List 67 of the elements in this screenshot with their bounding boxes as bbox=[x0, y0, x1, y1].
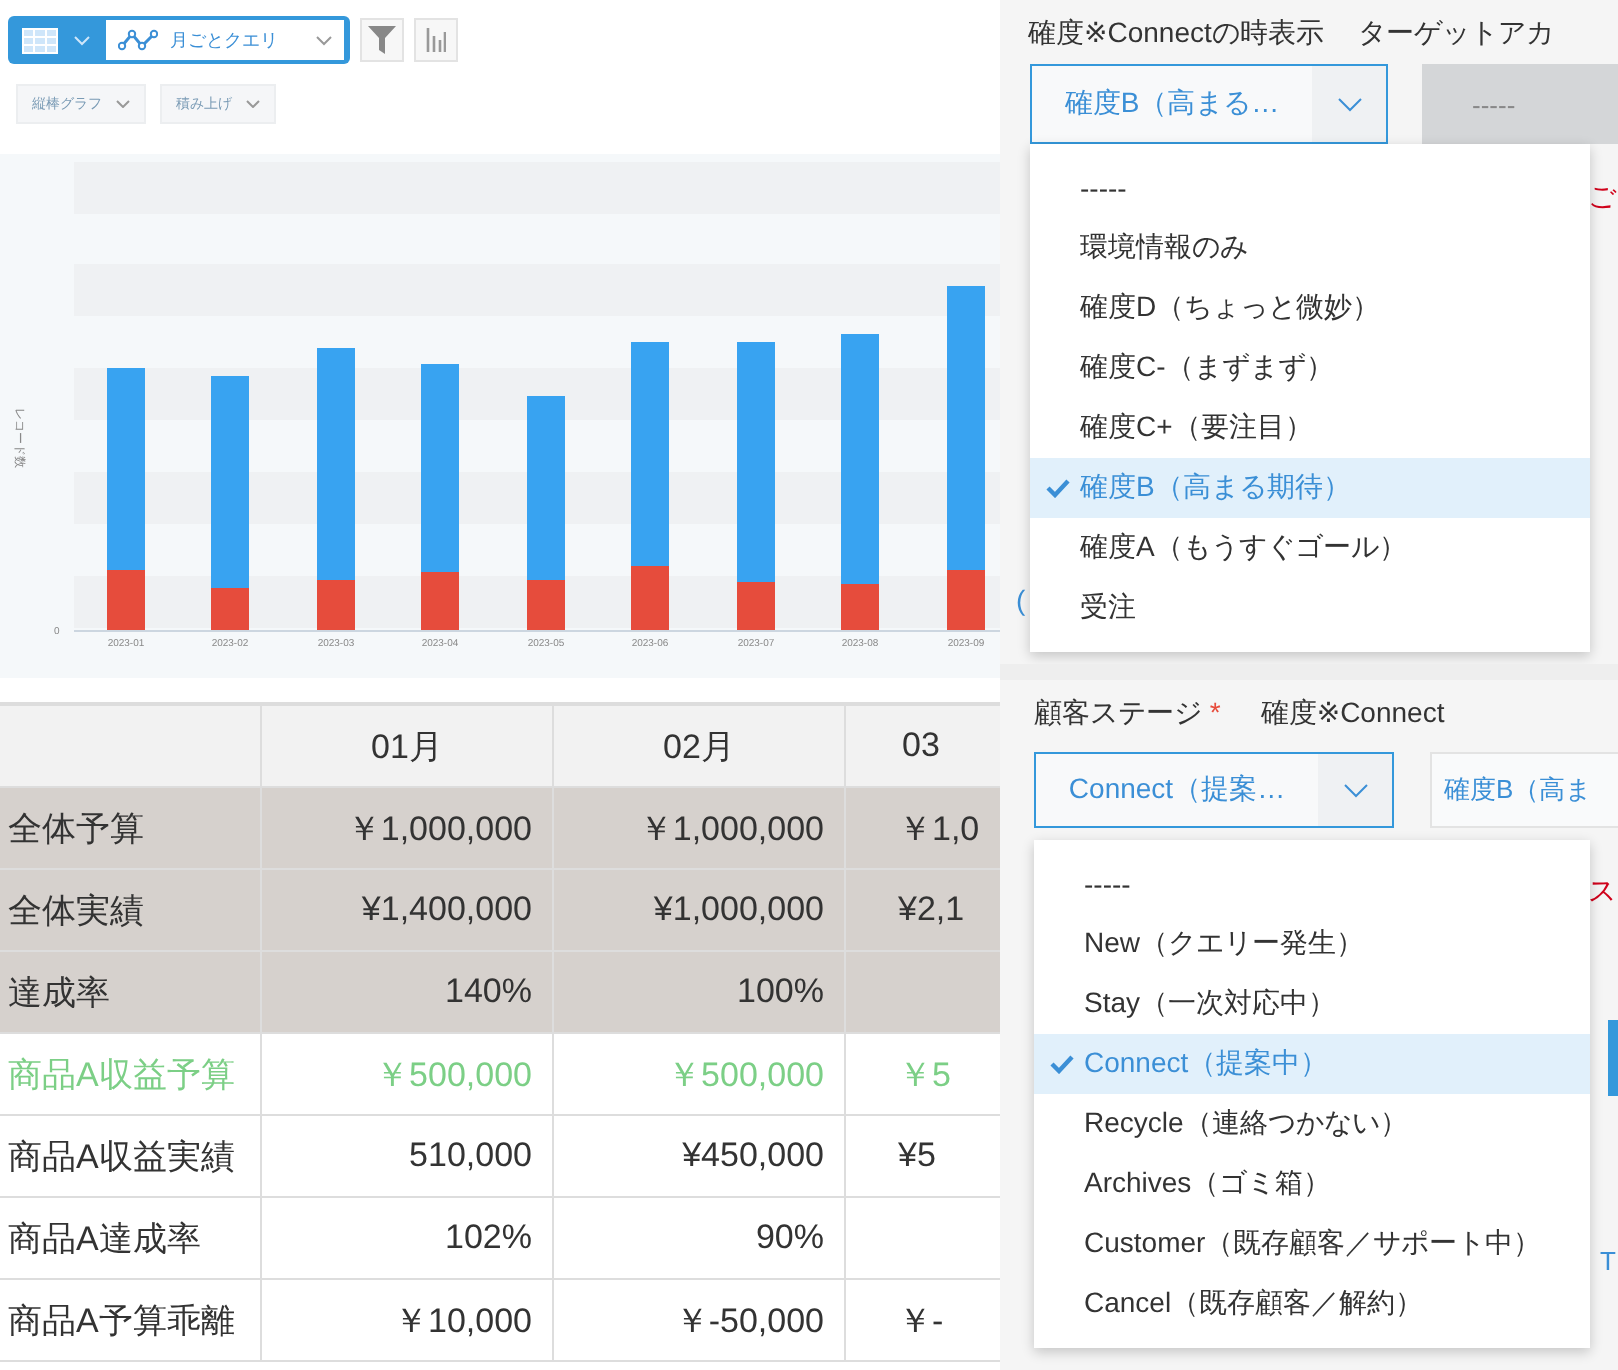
menu-item[interactable]: 確度A（もうすぐゴール） bbox=[1030, 518, 1590, 578]
field-label: 顧客ステージ * bbox=[1034, 696, 1221, 732]
table-cell-text: ¥2,1 bbox=[896, 888, 967, 932]
caret-icon bbox=[1337, 97, 1361, 111]
menu-item[interactable]: 確度D（ちょっと微妙） bbox=[1030, 278, 1590, 338]
table-cell-text: ￥- bbox=[896, 1299, 946, 1343]
partial-text: ス bbox=[1588, 874, 1616, 910]
caret-icon bbox=[246, 100, 260, 108]
table-cell: ￥10,000 bbox=[262, 1280, 554, 1360]
row-label: 商品A収益予算 bbox=[0, 1034, 262, 1114]
line-chart-icon bbox=[118, 28, 158, 52]
table-cell-text: ￥5 bbox=[896, 1053, 953, 1097]
menu-item[interactable]: Recycle（連絡つかない） bbox=[1034, 1094, 1590, 1154]
row-label: 全体実績 bbox=[0, 870, 262, 950]
field-label: ターゲットアカ bbox=[1357, 16, 1554, 52]
row-label: 全体予算 bbox=[0, 788, 262, 868]
caret-icon bbox=[316, 35, 332, 45]
table-cell: ￥-50,000 bbox=[554, 1280, 846, 1360]
row-label: 商品A収益実績 bbox=[0, 1116, 262, 1196]
query-select[interactable]: 月ごとクエリ bbox=[106, 20, 344, 60]
menu-item[interactable]: 確度C-（まずまず） bbox=[1030, 338, 1590, 398]
menu-item[interactable]: ----- bbox=[1030, 158, 1590, 218]
field-label: 確度※Connect bbox=[1260, 696, 1445, 732]
partial-text: ( bbox=[1016, 584, 1026, 616]
menu-item[interactable]: Stay（一次対応中） bbox=[1034, 974, 1590, 1034]
table-icon bbox=[22, 27, 58, 53]
check-icon bbox=[1050, 1054, 1074, 1074]
caret-icon bbox=[116, 100, 130, 108]
bar-chart-icon bbox=[426, 28, 446, 52]
table-cell: ¥450,000 bbox=[554, 1116, 846, 1196]
table-cell: 510,000 bbox=[262, 1116, 554, 1196]
table-cell: ¥1,400,000 bbox=[262, 870, 554, 950]
column-header: 03 bbox=[900, 724, 942, 768]
table-cell: ￥500,000 bbox=[262, 1034, 554, 1114]
table-cell: 100% bbox=[554, 952, 846, 1032]
menu-item[interactable]: 確度C+（要注目） bbox=[1030, 398, 1590, 458]
menu-item[interactable]: Archives（ゴミ箱） bbox=[1034, 1154, 1590, 1214]
column-header: 01月 bbox=[262, 706, 554, 786]
caret-icon bbox=[74, 35, 90, 45]
menu-item[interactable]: Cancel（既存顧客／解約） bbox=[1034, 1274, 1590, 1334]
table-cell: ￥1,000,000 bbox=[554, 788, 846, 868]
check-icon bbox=[1046, 478, 1070, 498]
menu-item[interactable]: ----- bbox=[1034, 854, 1590, 914]
view-switch-control[interactable]: 月ごとクエリ bbox=[8, 16, 350, 64]
row-label: 達成率 bbox=[0, 952, 262, 1032]
table-cell-text: ￥1,0 bbox=[896, 807, 982, 851]
caret-icon bbox=[1343, 783, 1367, 797]
table-cell: ¥1,000,000 bbox=[554, 870, 846, 950]
table-cell: ￥500,000 bbox=[554, 1034, 846, 1114]
table-cell-text: ¥5 bbox=[896, 1134, 938, 1178]
row-label: 商品A予算乖離 bbox=[0, 1280, 262, 1360]
filter-icon bbox=[368, 26, 396, 54]
column-header: 02月 bbox=[554, 706, 846, 786]
table-cell: 140% bbox=[262, 952, 554, 1032]
menu-item[interactable]: Customer（既存顧客／サポート中） bbox=[1034, 1214, 1590, 1274]
chart-button[interactable] bbox=[414, 18, 458, 62]
menu-item[interactable]: 環境情報のみ bbox=[1030, 218, 1590, 278]
table-cell: 102% bbox=[262, 1198, 554, 1278]
partial-text: ご bbox=[1588, 180, 1616, 216]
row-label: 商品A達成率 bbox=[0, 1198, 262, 1278]
table-cell: ￥1,000,000 bbox=[262, 788, 554, 868]
partial-text: T bbox=[1600, 1246, 1616, 1276]
menu-item[interactable]: New（クエリー発生） bbox=[1034, 914, 1590, 974]
table-cell: 90% bbox=[554, 1198, 846, 1278]
menu-item[interactable]: 受注 bbox=[1030, 578, 1590, 638]
filter-button[interactable] bbox=[360, 18, 404, 62]
field-label: 確度※Connectの時表示 bbox=[1028, 16, 1324, 52]
